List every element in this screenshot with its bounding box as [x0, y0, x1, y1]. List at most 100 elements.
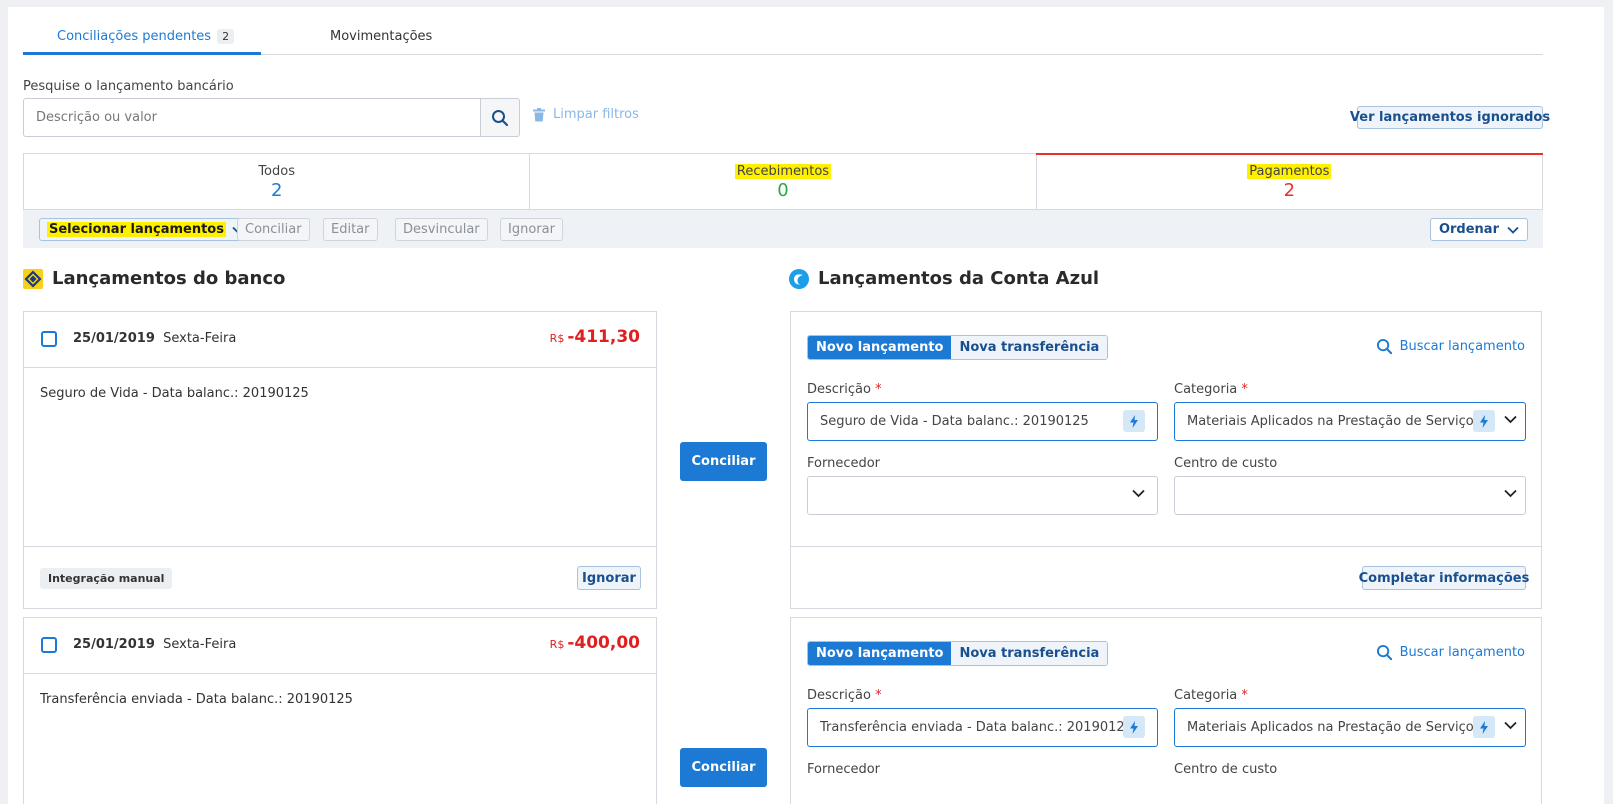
bolt-icon[interactable] [1473, 716, 1495, 738]
supplier-label: Fornecedor [807, 456, 881, 471]
supplier-select[interactable] [807, 476, 1158, 515]
summary-value: 0 [777, 180, 789, 201]
entry-date: 25/01/2019 Sexta-Feira [73, 637, 237, 652]
summary-bar: Todos 2 Recebimentos 0 Pagamentos 2 [23, 153, 1544, 210]
select-entries-dropdown[interactable]: Selecionar lançamentos [39, 218, 251, 241]
category-select[interactable]: Materiais Aplicados na Prestação de Serv… [1174, 708, 1526, 747]
cost-center-label: Centro de custo [1174, 762, 1278, 777]
contaazul-section-label: Lançamentos da Conta Azul [818, 268, 1100, 289]
bolt-icon[interactable] [1123, 716, 1145, 738]
description-label: Descrição * [807, 382, 882, 397]
description-label: Descrição * [807, 688, 882, 703]
conciliar-button[interactable]: Conciliar [680, 748, 767, 787]
entry-amount: R$ -400,00 [549, 633, 640, 653]
complete-info-button[interactable]: Completar informações [1359, 566, 1529, 590]
new-transfer-option[interactable]: Nova transferência [951, 642, 1108, 665]
summary-value: 2 [270, 180, 283, 201]
chevron-down-icon [1504, 721, 1517, 730]
form-divider [791, 546, 1541, 547]
search-input[interactable] [24, 99, 480, 136]
bank-entry-body: Seguro de Vida - Data balanc.: 20190125 [24, 368, 656, 546]
bank-section-title: Lançamentos do banco [23, 268, 285, 289]
integration-tag: Integração manual [40, 568, 173, 589]
chevron-down-icon [1507, 226, 1519, 234]
clear-filters-button[interactable]: Limpar filtros [533, 107, 639, 122]
description-value: Seguro de Vida - Data balanc.: 20190125 [820, 414, 1089, 429]
bank-section-label: Lançamentos do banco [52, 268, 286, 289]
description-value: Transferência enviada - Data balanc.: 20… [820, 720, 1133, 735]
entry-description: Seguro de Vida - Data balanc.: 20190125 [40, 386, 309, 401]
entry-description: Transferência enviada - Data balanc.: 20… [40, 692, 353, 707]
chevron-down-icon [1504, 415, 1517, 424]
summary-label: Todos [258, 164, 295, 179]
bulk-ignorar-button[interactable]: Ignorar [500, 218, 563, 241]
summary-pagamentos[interactable]: Pagamentos 2 [1035, 153, 1544, 209]
sort-dropdown[interactable]: Ordenar [1429, 218, 1528, 241]
cost-center-label: Centro de custo [1174, 456, 1278, 471]
search-entry-link[interactable]: Buscar lançamento [1376, 644, 1525, 661]
entry-amount: R$ -411,30 [549, 327, 640, 347]
clear-filters-label: Limpar filtros [553, 107, 639, 122]
bolt-icon[interactable] [1473, 410, 1495, 432]
new-entry-option[interactable]: Novo lançamento [808, 336, 952, 359]
new-entry-option[interactable]: Novo lançamento [808, 642, 952, 665]
bolt-icon[interactable] [1123, 410, 1145, 432]
bank-entry-header: 25/01/2019 Sexta-Feira R$ -411,30 [24, 312, 656, 368]
bulk-conciliar-button[interactable]: Conciliar [237, 218, 310, 241]
category-value: Materiais Aplicados na Prestação de Serv… [1187, 720, 1481, 735]
contaazul-entry-form: Novo lançamento Nova transferência Busca… [790, 617, 1542, 804]
description-field[interactable]: Seguro de Vida - Data balanc.: 20190125 [807, 402, 1158, 441]
bulk-actions-toolbar: Selecionar lançamentos Conciliar Editar … [23, 210, 1543, 248]
reconciliation-page: Conciliações pendentes 2 Movimentações Pe… [8, 7, 1604, 804]
new-transfer-option[interactable]: Nova transferência [951, 336, 1108, 359]
bank-entry-card: 25/01/2019 Sexta-Feira R$ -400,00 Transfe… [23, 617, 657, 804]
tab-label: Movimentações [330, 29, 433, 44]
conciliar-button[interactable]: Conciliar [680, 442, 767, 481]
sort-label: Ordenar [1438, 222, 1499, 237]
entry-date: 25/01/2019 Sexta-Feira [73, 331, 237, 346]
contaazul-entry-form: Novo lançamento Nova transferência Busca… [790, 311, 1542, 609]
summary-label: Recebimentos [734, 164, 832, 179]
category-label: Categoria * [1174, 688, 1248, 703]
bulk-desvincular-button[interactable]: Desvincular [395, 218, 488, 241]
category-select[interactable]: Materiais Aplicados na Prestação de Serv… [1174, 402, 1526, 441]
search-label: Pesquise o lançamento bancário [23, 79, 234, 94]
tab-movimentacoes[interactable]: Movimentações [330, 29, 432, 44]
active-tab-indicator [23, 52, 261, 55]
supplier-label: Fornecedor [807, 762, 881, 777]
search-icon [1376, 644, 1392, 661]
search-entry-label: Buscar lançamento [1399, 645, 1525, 660]
bank-entry-card: 25/01/2019 Sexta-Feira R$ -411,30 Seguro … [23, 311, 657, 609]
trash-icon [533, 107, 545, 121]
entry-checkbox[interactable] [41, 637, 57, 653]
cost-center-select[interactable] [1174, 476, 1526, 515]
description-field[interactable]: Transferência enviada - Data balanc.: 20… [807, 708, 1158, 747]
entry-checkbox[interactable] [41, 331, 57, 347]
bank-entry-body: Transferência enviada - Data balanc.: 20… [24, 674, 656, 804]
summary-recebimentos[interactable]: Recebimentos 0 [530, 154, 1037, 209]
chevron-down-icon [1132, 489, 1145, 498]
summary-todos[interactable]: Todos 2 [24, 154, 531, 209]
summary-label: Pagamentos [1247, 164, 1332, 179]
bank-logo-icon [23, 268, 43, 289]
tab-count-badge: 2 [217, 29, 235, 44]
bank-entry-footer: Integração manual Ignorar [24, 546, 656, 608]
bank-entry-header: 25/01/2019 Sexta-Feira R$ -400,00 [24, 618, 656, 674]
search-entry-label: Buscar lançamento [1399, 339, 1525, 354]
summary-value: 2 [1283, 180, 1296, 201]
tab-conciliacoes-pendentes[interactable]: Conciliações pendentes 2 [57, 29, 235, 44]
chevron-down-icon [1504, 489, 1517, 498]
search-button[interactable] [480, 98, 520, 137]
search-entry-link[interactable]: Buscar lançamento [1376, 338, 1525, 355]
contaazul-logo-icon [789, 268, 809, 289]
entry-type-toggle: Novo lançamento Nova transferência [807, 641, 1109, 666]
search-icon [1376, 338, 1392, 355]
bulk-editar-button[interactable]: Editar [323, 218, 378, 241]
tab-label: Conciliações pendentes [57, 29, 212, 44]
contaazul-section-title: Lançamentos da Conta Azul [789, 268, 1099, 289]
search-icon [492, 109, 509, 126]
view-ignored-button[interactable]: Ver lançamentos ignorados [1350, 106, 1550, 129]
category-value: Materiais Aplicados na Prestação de Serv… [1187, 414, 1481, 429]
search-field[interactable] [23, 98, 481, 137]
ignore-entry-button[interactable]: Ignorar [577, 566, 641, 590]
